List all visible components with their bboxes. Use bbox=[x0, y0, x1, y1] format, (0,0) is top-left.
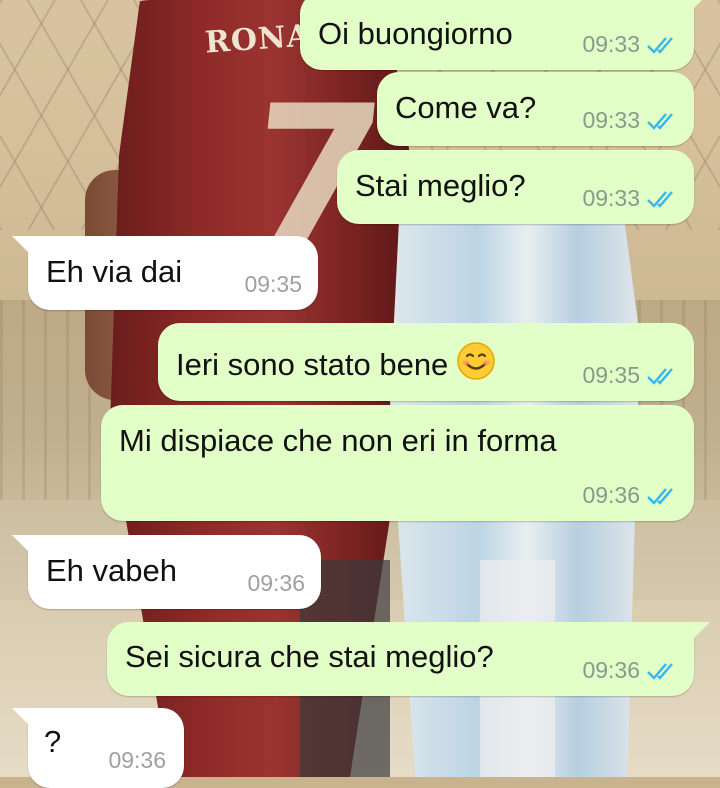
message-outgoing[interactable]: Come va? 09:33 bbox=[377, 72, 694, 146]
message-text: Eh via dai bbox=[46, 254, 183, 289]
message-text-content: Ieri sono stato bene bbox=[176, 347, 449, 382]
message-incoming[interactable]: Eh vabeh 09:36 bbox=[12, 535, 321, 609]
message-incoming[interactable]: ? 09:36 bbox=[12, 708, 184, 788]
message-meta: 09:33 bbox=[582, 31, 678, 58]
message-time: 09:33 bbox=[582, 185, 640, 211]
message-time: 09:33 bbox=[582, 31, 640, 57]
message-meta: 09:35 bbox=[244, 271, 302, 298]
message-text: Stai meglio? bbox=[355, 168, 526, 203]
smiling-face-icon bbox=[456, 341, 496, 381]
message-incoming[interactable]: Eh via dai 09:35 bbox=[12, 236, 318, 310]
read-receipt-icon bbox=[646, 189, 678, 209]
message-text: ? bbox=[44, 724, 62, 759]
message-outgoing[interactable]: Stai meglio? 09:33 bbox=[337, 150, 694, 224]
message-time: 09:36 bbox=[108, 747, 166, 773]
message-meta: 09:35 bbox=[582, 362, 678, 389]
read-receipt-icon bbox=[646, 661, 678, 681]
message-meta: 09:33 bbox=[582, 107, 678, 134]
message-time: 09:33 bbox=[582, 107, 640, 133]
message-text: Sei sicura che stai meglio? bbox=[125, 639, 494, 674]
message-meta: 09:33 bbox=[582, 185, 678, 212]
chat-message-list: Oi buongiorno 09:33 Come va? 09:33 Stai … bbox=[0, 0, 720, 788]
read-receipt-icon bbox=[646, 111, 678, 131]
message-text: Come va? bbox=[395, 90, 537, 125]
message-outgoing[interactable]: Mi dispiace che non eri in forma 09:36 bbox=[101, 405, 694, 521]
message-text: Ieri sono stato bene bbox=[176, 341, 496, 385]
message-meta: 09:36 bbox=[247, 570, 305, 597]
message-meta: 09:36 bbox=[582, 482, 678, 509]
message-time: 09:35 bbox=[244, 271, 302, 297]
read-receipt-icon bbox=[646, 366, 678, 386]
message-text: Eh vabeh bbox=[46, 553, 177, 588]
message-text: Mi dispiace che non eri in forma bbox=[119, 423, 557, 458]
read-receipt-icon bbox=[646, 35, 678, 55]
message-time: 09:36 bbox=[582, 657, 640, 683]
read-receipt-icon bbox=[646, 486, 678, 506]
message-time: 09:35 bbox=[582, 362, 640, 388]
message-time: 09:36 bbox=[582, 482, 640, 508]
message-outgoing[interactable]: Sei sicura che stai meglio? 09:36 bbox=[107, 622, 710, 696]
message-text: Oi buongiorno bbox=[318, 16, 513, 51]
message-meta: 09:36 bbox=[108, 747, 166, 774]
message-outgoing[interactable]: Ieri sono stato bene 09:35 bbox=[158, 323, 694, 401]
message-meta: 09:36 bbox=[582, 657, 678, 684]
message-outgoing[interactable]: Oi buongiorno 09:33 bbox=[300, 0, 710, 70]
message-time: 09:36 bbox=[247, 570, 305, 596]
